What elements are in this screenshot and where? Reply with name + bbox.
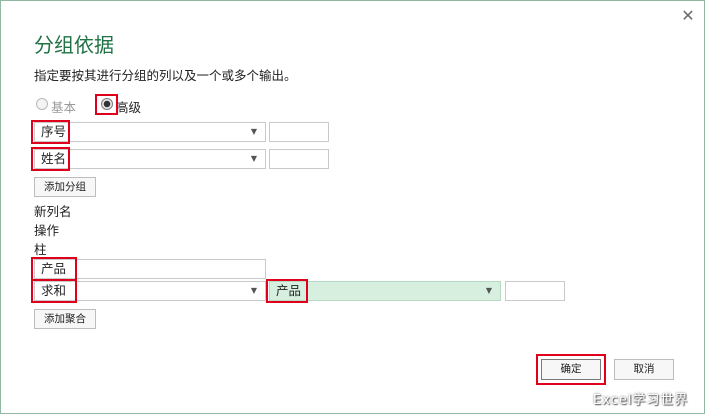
group-column-select-1[interactable]: 序号 ▼ [34, 122, 266, 142]
chevron-down-icon: ▼ [250, 286, 257, 295]
group-column-extra-2[interactable] [269, 149, 329, 169]
watermark-text: Excel学习世界 [593, 393, 689, 408]
advanced-radio[interactable] [101, 98, 113, 110]
group-column-select-2[interactable]: 姓名 ▼ [34, 149, 266, 169]
cancel-button[interactable]: 取消 [614, 359, 674, 380]
aggregate-column-select[interactable]: 产品 ▼ [269, 281, 501, 301]
operation-select[interactable]: 求和 ▼ [34, 281, 266, 301]
aggregate-column-select-value: 产品 [276, 283, 302, 298]
new-column-name-input[interactable]: 产品 [34, 259, 266, 279]
basic-radio[interactable] [36, 98, 48, 110]
mode-radio-group: 基本 高级 [34, 96, 234, 116]
operation-header: 操作 [34, 223, 60, 238]
column-header: 柱 [34, 242, 47, 257]
chevron-down-icon: ▼ [485, 286, 492, 295]
basic-radio-label[interactable]: 基本 [51, 97, 76, 116]
chevron-down-icon: ▼ [250, 154, 257, 163]
dialog-title: 分组依据 [34, 33, 114, 57]
group-by-dialog: ✕ 分组依据 指定要按其进行分组的列以及一个或多个输出。 基本 高级 序号 ▼ … [0, 0, 705, 414]
add-grouping-button[interactable]: 添加分组 [34, 177, 96, 197]
operation-select-value: 求和 [41, 283, 67, 298]
add-aggregation-button[interactable]: 添加聚合 [34, 309, 96, 329]
aggregate-column-extra[interactable] [505, 281, 565, 301]
close-icon[interactable]: ✕ [679, 7, 697, 25]
chevron-down-icon: ▼ [250, 127, 257, 136]
group-column-extra-1[interactable] [269, 122, 329, 142]
group-column-select-2-value: 姓名 [41, 151, 67, 166]
group-column-select-1-value: 序号 [41, 124, 67, 139]
ok-button[interactable]: 确定 [541, 359, 601, 380]
advanced-radio-label[interactable]: 高级 [116, 97, 141, 116]
dialog-description: 指定要按其进行分组的列以及一个或多个输出。 [34, 68, 297, 83]
new-column-name-header: 新列名 [34, 204, 72, 219]
